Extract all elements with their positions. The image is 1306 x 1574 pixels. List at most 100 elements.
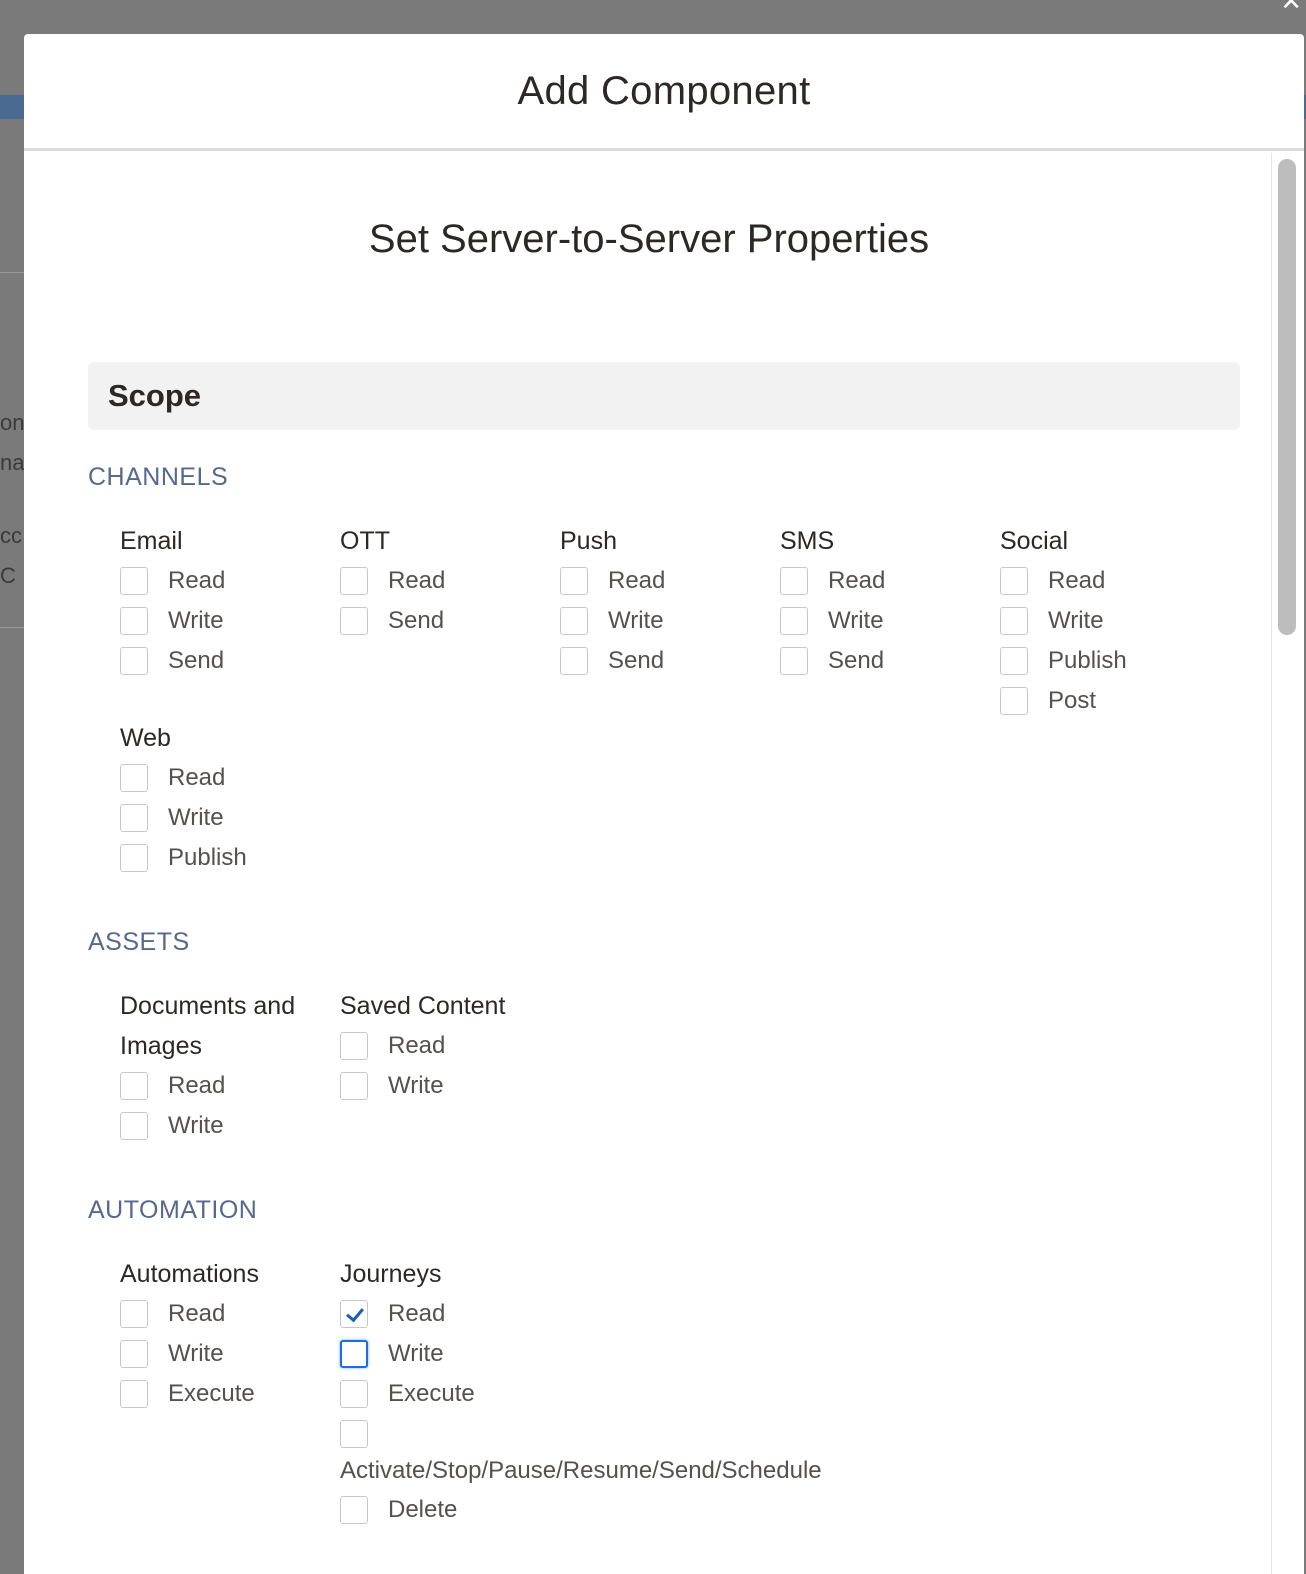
group-push: Push Read Write Send bbox=[560, 521, 770, 681]
push-send-checkbox[interactable] bbox=[560, 647, 588, 675]
option-label: Publish bbox=[1048, 647, 1127, 674]
option-label: Send bbox=[388, 607, 445, 634]
option-label: Execute bbox=[168, 1380, 255, 1407]
automations-write-option[interactable]: Write bbox=[120, 1334, 330, 1374]
journeys-delete-checkbox[interactable] bbox=[340, 1496, 368, 1524]
journeys-delete-option[interactable]: Delete bbox=[340, 1490, 550, 1530]
web-publish-checkbox[interactable] bbox=[120, 844, 148, 872]
option-label: Send bbox=[828, 647, 885, 674]
journeys-write-option[interactable]: Write bbox=[340, 1334, 550, 1374]
group-social: Social Read Write Publish Post bbox=[1000, 521, 1210, 721]
group-title: Social bbox=[1000, 527, 1069, 555]
option-label: Write bbox=[1048, 607, 1104, 634]
sms-read-option[interactable]: Read bbox=[780, 561, 990, 601]
web-write-checkbox[interactable] bbox=[120, 804, 148, 832]
automations-execute-option[interactable]: Execute bbox=[120, 1374, 330, 1414]
social-post-option[interactable]: Post bbox=[1000, 681, 1210, 721]
group-saved-content: Saved Content Read Write bbox=[340, 986, 550, 1106]
ott-send-checkbox[interactable] bbox=[340, 607, 368, 635]
web-write-option[interactable]: Write bbox=[120, 798, 330, 838]
sms-read-checkbox[interactable] bbox=[780, 567, 808, 595]
automations-write-checkbox[interactable] bbox=[120, 1340, 148, 1368]
background-text: na bbox=[0, 450, 24, 475]
documents-and-images-read-option[interactable]: Read bbox=[120, 1066, 330, 1106]
group-sms: SMS Read Write Send bbox=[780, 521, 990, 681]
section-title-assets: ASSETS bbox=[88, 928, 190, 956]
option-label: Write bbox=[608, 607, 664, 634]
automations-read-option[interactable]: Read bbox=[120, 1294, 330, 1334]
ott-read-option[interactable]: Read bbox=[340, 561, 550, 601]
option-label: Publish bbox=[168, 844, 247, 871]
option-label: Read bbox=[168, 764, 226, 791]
group-title: Push bbox=[560, 527, 617, 555]
documents-and-images-read-checkbox[interactable] bbox=[120, 1072, 148, 1100]
push-write-checkbox[interactable] bbox=[560, 607, 588, 635]
email-send-option[interactable]: Send bbox=[120, 641, 330, 681]
ott-read-checkbox[interactable] bbox=[340, 567, 368, 595]
scrollbar[interactable] bbox=[1271, 153, 1302, 1574]
option-label: Write bbox=[168, 804, 224, 831]
saved-content-write-checkbox[interactable] bbox=[340, 1072, 368, 1100]
email-send-checkbox[interactable] bbox=[120, 647, 148, 675]
option-label: Write bbox=[168, 1112, 224, 1139]
web-read-option[interactable]: Read bbox=[120, 758, 330, 798]
ott-send-option[interactable]: Send bbox=[340, 601, 550, 641]
group-title: Saved Content bbox=[340, 992, 506, 1020]
sms-send-option[interactable]: Send bbox=[780, 641, 990, 681]
option-label: Read bbox=[388, 1032, 446, 1059]
email-write-checkbox[interactable] bbox=[120, 607, 148, 635]
email-read-checkbox[interactable] bbox=[120, 567, 148, 595]
option-label: Read bbox=[828, 567, 886, 594]
sms-write-checkbox[interactable] bbox=[780, 607, 808, 635]
journeys-execute-option[interactable]: Execute bbox=[340, 1374, 550, 1414]
social-write-option[interactable]: Write bbox=[1000, 601, 1210, 641]
email-read-option[interactable]: Read bbox=[120, 561, 330, 601]
social-publish-checkbox[interactable] bbox=[1000, 647, 1028, 675]
journeys-activate-stop-pause-resume-send-schedule-option[interactable]: Activate/Stop/Pause/Resume/Send/Schedule bbox=[340, 1414, 822, 1490]
journeys-execute-checkbox[interactable] bbox=[340, 1380, 368, 1408]
web-read-checkbox[interactable] bbox=[120, 764, 148, 792]
close-icon[interactable]: ✕ bbox=[1280, 0, 1302, 17]
social-post-checkbox[interactable] bbox=[1000, 687, 1028, 715]
email-write-option[interactable]: Write bbox=[120, 601, 330, 641]
push-write-option[interactable]: Write bbox=[560, 601, 770, 641]
group-title: Journeys bbox=[340, 1260, 442, 1288]
add-component-modal: Add Component Set Server-to-Server Prope… bbox=[24, 34, 1304, 1574]
web-publish-option[interactable]: Publish bbox=[120, 838, 330, 878]
option-label: Write bbox=[168, 1340, 224, 1367]
background-header-strip bbox=[0, 95, 24, 119]
group-title: Automations bbox=[120, 1260, 259, 1288]
automations-execute-checkbox[interactable] bbox=[120, 1380, 148, 1408]
saved-content-write-option[interactable]: Write bbox=[340, 1066, 550, 1106]
journeys-write-checkbox[interactable] bbox=[340, 1340, 368, 1368]
documents-and-images-write-option[interactable]: Write bbox=[120, 1106, 330, 1146]
group-email: Email Read Write Send bbox=[120, 521, 330, 681]
social-write-checkbox[interactable] bbox=[1000, 607, 1028, 635]
background-divider bbox=[0, 627, 24, 628]
social-read-option[interactable]: Read bbox=[1000, 561, 1210, 601]
group-ott: OTT Read Send bbox=[340, 521, 550, 641]
option-label: Read bbox=[388, 567, 446, 594]
group-automations: Automations Read Write Execute bbox=[120, 1254, 330, 1414]
automations-read-checkbox[interactable] bbox=[120, 1300, 148, 1328]
social-publish-option[interactable]: Publish bbox=[1000, 641, 1210, 681]
journeys-read-option[interactable]: Read bbox=[340, 1294, 550, 1334]
social-read-checkbox[interactable] bbox=[1000, 567, 1028, 595]
push-read-option[interactable]: Read bbox=[560, 561, 770, 601]
documents-and-images-write-checkbox[interactable] bbox=[120, 1112, 148, 1140]
scrollbar-thumb[interactable] bbox=[1278, 159, 1296, 635]
option-label: Send bbox=[608, 647, 665, 674]
saved-content-read-checkbox[interactable] bbox=[340, 1032, 368, 1060]
option-label: Write bbox=[168, 607, 224, 634]
sms-write-option[interactable]: Write bbox=[780, 601, 990, 641]
push-send-option[interactable]: Send bbox=[560, 641, 770, 681]
modal-body: Set Server-to-Server Properties Scope CH… bbox=[24, 151, 1304, 1574]
push-read-checkbox[interactable] bbox=[560, 567, 588, 595]
background-divider bbox=[0, 272, 24, 273]
group-journeys: Journeys Read Write Execute Activate/Stop/Pa… bbox=[340, 1254, 822, 1530]
journeys-activate-stop-pause-resume-send-schedule-checkbox[interactable] bbox=[340, 1420, 368, 1448]
saved-content-read-option[interactable]: Read bbox=[340, 1026, 550, 1066]
option-label: Delete bbox=[388, 1496, 458, 1523]
sms-send-checkbox[interactable] bbox=[780, 647, 808, 675]
journeys-read-checkbox[interactable] bbox=[340, 1300, 368, 1328]
